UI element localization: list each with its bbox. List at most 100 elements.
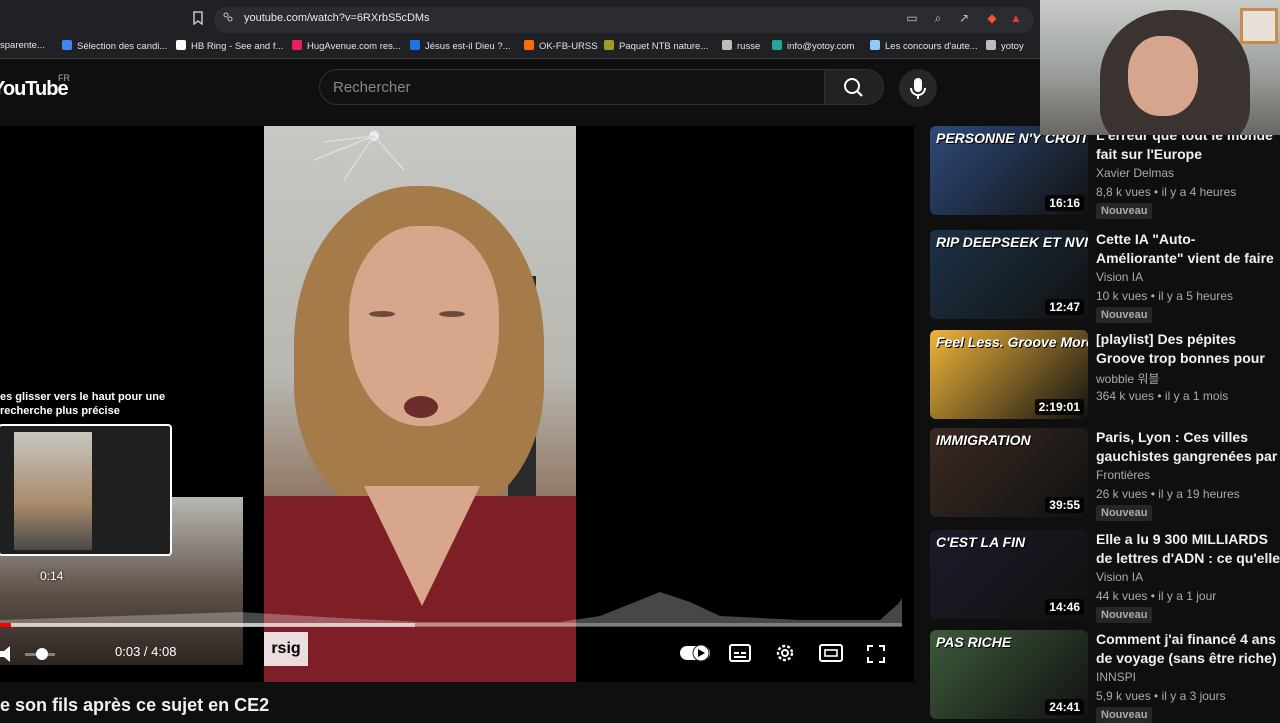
recommendation-card[interactable]: Feel Less. Groove More 2:19:01 [playlist] … bbox=[930, 330, 1280, 420]
bookmark-item[interactable]: OK-FB-URSS bbox=[524, 40, 598, 52]
theater-mode-icon[interactable] bbox=[819, 644, 843, 667]
channel-name[interactable]: Vision IA bbox=[1096, 570, 1143, 584]
bookmark-item[interactable]: russe bbox=[722, 40, 760, 52]
video-player[interactable]: es glisser vers le haut pour une recherc… bbox=[0, 126, 914, 682]
brave-shield-icon[interactable]: ◆ bbox=[985, 11, 999, 25]
bookmark-label: HugAvenue.com res... bbox=[307, 41, 401, 52]
streamer-face bbox=[1128, 36, 1198, 116]
video-thumbnail[interactable]: PERSONNE N'Y CROIT 16:16 bbox=[930, 126, 1088, 215]
microphone-icon bbox=[910, 78, 926, 99]
recommendation-card[interactable]: IMMIGRATION 39:55 Paris, Lyon : Ces villes… bbox=[930, 428, 1280, 521]
recommendation-title[interactable]: [playlist] Des pépites Groove trop bonne… bbox=[1096, 330, 1280, 368]
bookmark-favicon-icon bbox=[410, 40, 420, 50]
recommendation-title[interactable]: Comment j'ai financé 4 ans de voyage (sa… bbox=[1096, 630, 1280, 668]
duration-badge: 24:41 bbox=[1045, 699, 1084, 715]
video-thumbnail[interactable]: Feel Less. Groove More 2:19:01 bbox=[930, 330, 1088, 419]
bookmark-label: Paquet NTB nature... bbox=[619, 41, 709, 52]
bookmark-favicon-icon bbox=[292, 40, 302, 50]
voice-search-button[interactable] bbox=[899, 69, 937, 107]
autoplay-toggle[interactable] bbox=[680, 643, 710, 668]
bookmark-item[interactable]: info@yotoy.com bbox=[772, 40, 855, 52]
bookmarks-bar: sparente... Sélection des candi... HB Ring… bbox=[0, 36, 1040, 59]
view-count: 44 k vues • il y a 1 jour bbox=[1096, 589, 1217, 603]
bookmark-favicon-icon bbox=[870, 40, 880, 50]
recommendation-title[interactable]: Cette IA "Auto-Améliorante" vient de fai… bbox=[1096, 230, 1280, 268]
bookmark-favicon-icon bbox=[524, 40, 534, 50]
view-count: 26 k vues • il y a 19 heures bbox=[1096, 487, 1240, 501]
bookmark-item[interactable]: HugAvenue.com res... bbox=[292, 40, 401, 52]
volume-knob[interactable] bbox=[36, 648, 48, 660]
ceiling-lamp bbox=[313, 131, 404, 181]
new-badge: Nouveau bbox=[1096, 607, 1153, 623]
wall-frame bbox=[1240, 8, 1278, 44]
channel-name[interactable]: Vision IA bbox=[1096, 270, 1143, 284]
cast-icon[interactable]: ▭ bbox=[905, 11, 919, 25]
volume-icon[interactable] bbox=[0, 645, 14, 668]
bookmark-item[interactable]: sparente... bbox=[0, 40, 45, 51]
played-bar bbox=[0, 623, 11, 627]
video-thumbnail[interactable]: PAS RICHE 24:41 bbox=[930, 630, 1088, 719]
site-info-icon[interactable] bbox=[221, 11, 235, 25]
bookmark-favicon-icon bbox=[176, 40, 186, 50]
new-badge: Nouveau bbox=[1096, 505, 1153, 521]
bookmark-item[interactable]: Sélection des candi... bbox=[62, 40, 167, 52]
bookmark-favicon-icon bbox=[722, 40, 732, 50]
video-thumbnail[interactable]: RIP DEEPSEEK ET NVIDIA 12:47 bbox=[930, 230, 1088, 319]
duration-badge: 39:55 bbox=[1045, 497, 1084, 513]
bookmark-label: russe bbox=[737, 41, 761, 52]
view-count: 5,9 k vues • il y a 3 jours bbox=[1096, 689, 1226, 703]
preview-image bbox=[14, 432, 92, 550]
bookmark-label: sparente... bbox=[0, 40, 45, 51]
channel-name[interactable]: wobble 워블 bbox=[1096, 370, 1159, 387]
bookmark-item[interactable]: Les concours d'aute... bbox=[870, 40, 978, 52]
duration-badge: 12:47 bbox=[1045, 299, 1084, 315]
bookmark-label: Sélection des candi... bbox=[77, 41, 168, 52]
subtitles-icon[interactable] bbox=[729, 643, 751, 668]
buffered-bar bbox=[0, 623, 415, 627]
recommendation-title[interactable]: Paris, Lyon : Ces villes gauchistes gang… bbox=[1096, 428, 1280, 466]
fullscreen-icon[interactable] bbox=[866, 644, 886, 669]
duration-badge: 16:16 bbox=[1045, 195, 1084, 211]
view-count: 364 k vues • il y a 1 mois bbox=[1096, 389, 1229, 403]
recommendation-title[interactable]: Elle a lu 9 300 MILLIARDS de lettres d'A… bbox=[1096, 530, 1280, 568]
search-button[interactable] bbox=[825, 69, 884, 105]
url-text[interactable]: youtube.com/watch?v=6RXrbS5cDMs bbox=[244, 12, 430, 24]
new-badge: Nouveau bbox=[1096, 707, 1153, 723]
bookmark-item[interactable]: yotoy bbox=[986, 40, 1024, 52]
recommendation-card[interactable]: PAS RICHE 24:41 Comment j'ai financé 4 ans… bbox=[930, 630, 1280, 723]
preview-time: 0:14 bbox=[40, 569, 64, 583]
view-count: 8,8 k vues • il y a 4 heures bbox=[1096, 185, 1237, 199]
settings-gear-icon[interactable] bbox=[774, 642, 796, 669]
webcam-overlay bbox=[1040, 0, 1280, 135]
channel-name[interactable]: Xavier Delmas bbox=[1096, 166, 1174, 180]
recommendation-card[interactable]: C'EST LA FIN 14:46 Elle a lu 9 300 MILLIAR… bbox=[930, 530, 1280, 623]
thumbnail-text: Feel Less. Groove More bbox=[936, 334, 1088, 350]
bookmark-item[interactable]: Paquet NTB nature... bbox=[604, 40, 708, 52]
bookmark-favicon-icon bbox=[604, 40, 614, 50]
brave-rewards-icon[interactable]: ▲ bbox=[1009, 11, 1023, 25]
bookmark-icon[interactable] bbox=[191, 11, 205, 26]
channel-name[interactable]: Frontières bbox=[1096, 468, 1150, 482]
thumbnail-text: RIP DEEPSEEK ET NVIDIA bbox=[936, 234, 1088, 250]
video-thumbnail[interactable]: IMMIGRATION 39:55 bbox=[930, 428, 1088, 517]
view-count: 10 k vues • il y a 5 heures bbox=[1096, 289, 1233, 303]
thumbnail-text: C'EST LA FIN bbox=[936, 534, 1026, 550]
video-thumbnail[interactable]: C'EST LA FIN 14:46 bbox=[930, 530, 1088, 619]
zoom-icon[interactable]: ⌕ bbox=[931, 11, 945, 25]
duration-badge: 2:19:01 bbox=[1034, 399, 1084, 415]
recommendation-card[interactable]: PERSONNE N'Y CROIT 16:16 L'erreur que tout… bbox=[930, 126, 1280, 219]
share-icon[interactable]: ↗ bbox=[957, 11, 971, 25]
bookmark-favicon-icon bbox=[986, 40, 996, 50]
channel-name[interactable]: INNSPI bbox=[1096, 670, 1136, 684]
time-display: 0:03 / 4:08 bbox=[115, 644, 177, 659]
bookmark-item[interactable]: Jésus est-il Dieu ?... bbox=[410, 40, 511, 52]
bookmark-label: info@yotoy.com bbox=[787, 41, 855, 52]
caption-fragment: rsig bbox=[264, 632, 308, 666]
bookmark-item[interactable]: HB Ring - See and f... bbox=[176, 40, 283, 52]
video-title: e son fils après ce sujet en CE2 bbox=[0, 695, 270, 715]
seek-hint: es glisser vers le haut pour une recherc… bbox=[0, 391, 166, 417]
search-placeholder: Rechercher bbox=[333, 79, 411, 96]
bookmark-label: Jésus est-il Dieu ?... bbox=[425, 41, 511, 52]
recommendation-card[interactable]: RIP DEEPSEEK ET NVIDIA 12:47 Cette IA "Aut… bbox=[930, 230, 1280, 323]
bookmark-label: yotoy bbox=[1001, 41, 1024, 52]
